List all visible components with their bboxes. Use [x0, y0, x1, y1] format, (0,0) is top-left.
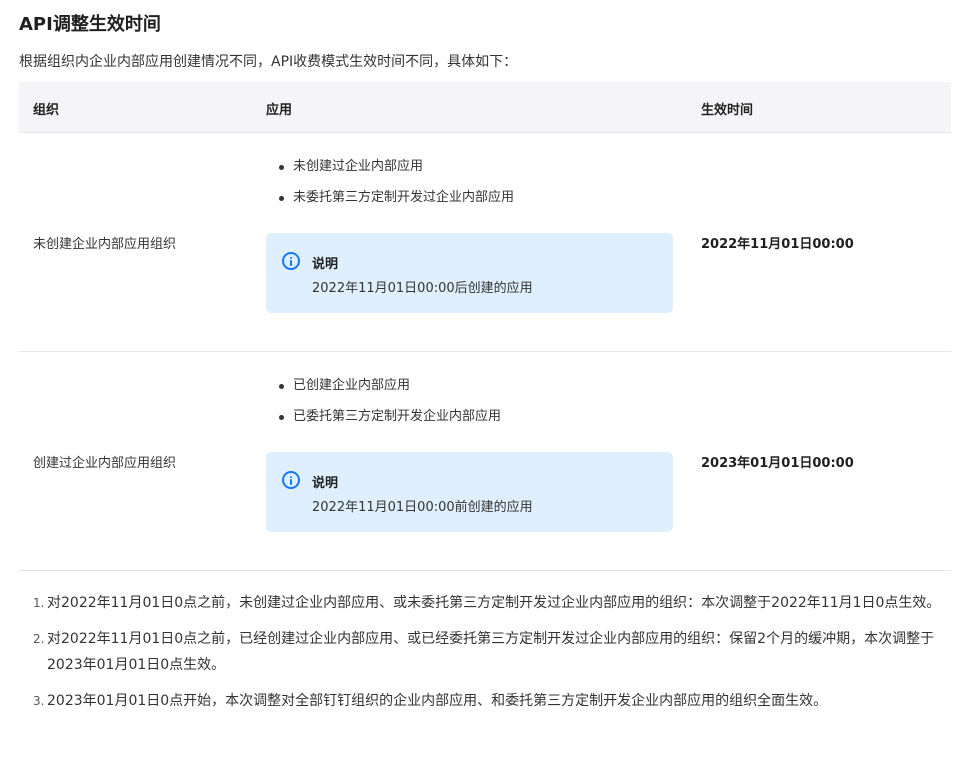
- bullet-dot-icon: [279, 196, 284, 201]
- footnote-number: 2.: [33, 632, 45, 646]
- effective-time-table: 组织 应用 生效时间 未创建企业内部应用组织 未创建过企业内部应用 未委托第三方…: [19, 82, 951, 571]
- list-item-text: 未委托第三方定制开发过企业内部应用: [293, 190, 515, 205]
- note-box: 说明 2022年11月01日00:00后创建的应用: [266, 233, 673, 313]
- list-item-text: 未创建过企业内部应用: [293, 159, 424, 174]
- footnote-text: 对2022年11月01日0点之前，已经创建过企业内部应用、或已经委托第三方定制开…: [47, 631, 935, 673]
- row-org: 创建过企业内部应用组织: [33, 456, 177, 471]
- bullet-dot-icon: [279, 165, 284, 170]
- header-time: 生效时间: [701, 103, 754, 118]
- footnote-number: 3.: [33, 694, 45, 708]
- intro-text: 根据组织内企业内部应用创建情况不同，API收费模式生效时间不同，具体如下：: [19, 54, 518, 70]
- table-row: 创建过企业内部应用组织 已创建企业内部应用 已委托第三方定制开发企业内部应用 说…: [19, 352, 951, 571]
- row-effective-time: 2023年01月01日00:00: [701, 456, 854, 471]
- footnote-number: 1.: [33, 596, 45, 610]
- footnote-text: 2023年01月01日0点开始，本次调整对全部钉钉组织的企业内部应用、和委托第三…: [47, 693, 828, 709]
- footnote-item: 3. 2023年01月01日0点开始，本次调整对全部钉钉组织的企业内部应用、和委…: [33, 688, 948, 714]
- header-app: 应用: [266, 103, 293, 118]
- bullet-dot-icon: [279, 415, 284, 420]
- info-circle-icon: [282, 471, 300, 489]
- list-item: 已委托第三方定制开发企业内部应用: [277, 409, 501, 440]
- footnote-list: 1. 对2022年11月01日0点之前，未创建过企业内部应用、或未委托第三方定制…: [33, 590, 948, 724]
- note-box: 说明 2022年11月01日00:00前创建的应用: [266, 452, 673, 532]
- footnote-item: 1. 对2022年11月01日0点之前，未创建过企业内部应用、或未委托第三方定制…: [33, 590, 948, 616]
- bullet-dot-icon: [279, 384, 284, 389]
- row-org: 未创建企业内部应用组织: [33, 237, 177, 252]
- app-condition-list: 未创建过企业内部应用 未委托第三方定制开发过企业内部应用: [277, 159, 514, 221]
- page: API调整生效时间 根据组织内企业内部应用创建情况不同，API收费模式生效时间不…: [0, 0, 957, 760]
- footnote-text: 对2022年11月01日0点之前，未创建过企业内部应用、或未委托第三方定制开发过…: [47, 595, 941, 611]
- note-title: 说明: [312, 257, 339, 272]
- info-circle-icon: [282, 252, 300, 270]
- section-title: API调整生效时间: [19, 14, 161, 35]
- list-item: 已创建企业内部应用: [277, 378, 501, 409]
- footnote-item: 2. 对2022年11月01日0点之前，已经创建过企业内部应用、或已经委托第三方…: [33, 626, 948, 678]
- list-item-text: 已创建企业内部应用: [293, 378, 411, 393]
- note-text: 2022年11月01日00:00后创建的应用: [312, 281, 533, 296]
- header-org: 组织: [33, 103, 60, 118]
- app-condition-list: 已创建企业内部应用 已委托第三方定制开发企业内部应用: [277, 378, 501, 440]
- list-item-text: 已委托第三方定制开发企业内部应用: [293, 409, 502, 424]
- list-item: 未创建过企业内部应用: [277, 159, 514, 190]
- note-title: 说明: [312, 476, 339, 491]
- row-effective-time: 2022年11月01日00:00: [701, 237, 854, 252]
- list-item: 未委托第三方定制开发过企业内部应用: [277, 190, 514, 221]
- note-text: 2022年11月01日00:00前创建的应用: [312, 500, 533, 515]
- table-header: 组织 应用 生效时间: [19, 82, 951, 133]
- table-row: 未创建企业内部应用组织 未创建过企业内部应用 未委托第三方定制开发过企业内部应用…: [19, 133, 951, 352]
